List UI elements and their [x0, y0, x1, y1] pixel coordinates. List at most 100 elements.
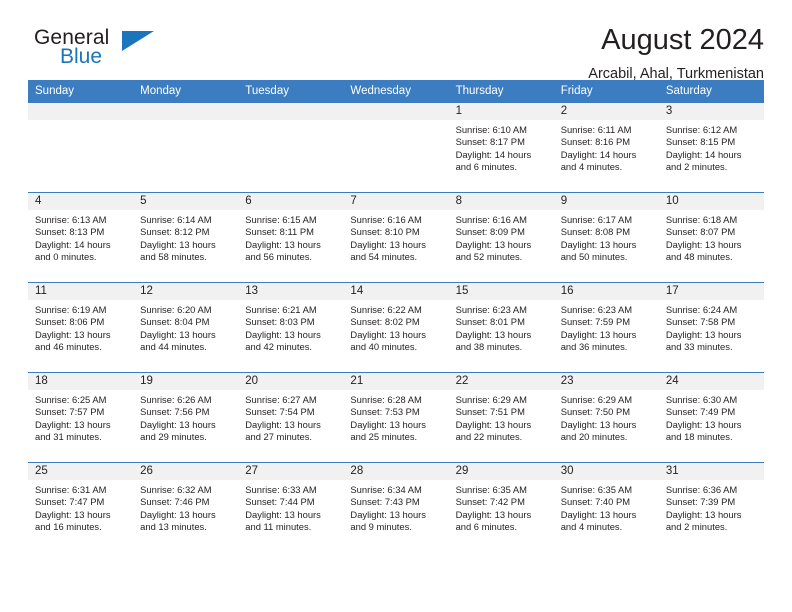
sunset-text: Sunset: 8:12 PM — [140, 226, 210, 238]
sunset-text: Sunset: 8:04 PM — [140, 316, 210, 328]
page-header: General Blue August 2024 Arcabil, Ahal, … — [28, 0, 764, 83]
day-cell-content: 10 Sunrise: 6:18 AM Sunset: 8:07 PM Dayligh… — [658, 193, 764, 282]
day-details: Sunrise: 6:11 AM Sunset: 8:16 PM Daylight:… — [554, 120, 659, 174]
day-number: 3 — [658, 103, 764, 120]
day-details: Sunrise: 6:35 AM Sunset: 7:40 PM Daylight:… — [554, 480, 659, 534]
calendar-day-cell[interactable]: 4 Sunrise: 6:13 AM Sunset: 8:13 PM Daylight… — [28, 192, 134, 283]
calendar-day-cell[interactable]: 12 Sunrise: 6:20 AM Sunset: 8:04 PM Dayligh… — [133, 282, 239, 373]
day-details: Sunrise: 6:29 AM Sunset: 7:51 PM Daylight:… — [449, 390, 554, 444]
calendar-day-cell[interactable]: 13 Sunrise: 6:21 AM Sunset: 8:03 PM Dayligh… — [238, 282, 344, 373]
sunrise-text: Sunrise: 6:34 AM — [350, 484, 422, 495]
sunrise-text: Sunrise: 6:27 AM — [245, 394, 317, 405]
daylight-text-line2: and 42 minutes. — [245, 341, 312, 353]
calendar-day-cell[interactable]: 19 Sunrise: 6:26 AM Sunset: 7:56 PM Dayligh… — [133, 372, 239, 463]
sunset-text: Sunset: 7:43 PM — [350, 496, 420, 508]
calendar-day-cell[interactable]: 25 Sunrise: 6:31 AM Sunset: 7:47 PM Dayligh… — [28, 462, 134, 552]
calendar-day-cell[interactable]: 14 Sunrise: 6:22 AM Sunset: 8:02 PM Dayligh… — [343, 282, 449, 373]
calendar-day-cell[interactable]: 6 Sunrise: 6:15 AM Sunset: 8:11 PM Daylight… — [238, 192, 344, 283]
daylight-text-line1: Daylight: 13 hours — [245, 418, 321, 430]
calendar-day-cell[interactable]: 21 Sunrise: 6:28 AM Sunset: 7:53 PM Dayligh… — [343, 372, 449, 463]
general-blue-logo[interactable]: General Blue — [28, 26, 158, 74]
day-number: 18 — [28, 373, 134, 390]
calendar-day-cell[interactable]: 23 Sunrise: 6:29 AM Sunset: 7:50 PM Dayligh… — [553, 372, 659, 463]
day-number: 22 — [448, 373, 554, 390]
calendar-day-cell[interactable]: 1 Sunrise: 6:10 AM Sunset: 8:17 PM Daylight… — [448, 102, 554, 193]
day-cell-content: 25 Sunrise: 6:31 AM Sunset: 7:47 PM Dayligh… — [28, 463, 134, 552]
sunrise-text: Sunrise: 6:29 AM — [455, 394, 527, 405]
sunset-text: Sunset: 8:09 PM — [455, 226, 525, 238]
weekday-header-saturday: Saturday — [658, 80, 764, 103]
sunset-text: Sunset: 7:47 PM — [35, 496, 105, 508]
sunset-text: Sunset: 7:50 PM — [560, 406, 631, 418]
day-number: 19 — [133, 373, 239, 390]
day-details: Sunrise: 6:24 AM Sunset: 7:58 PM Daylight:… — [659, 300, 764, 354]
daylight-text-line2: and 40 minutes. — [350, 341, 418, 353]
calendar-day-cell[interactable]: 20 Sunrise: 6:27 AM Sunset: 7:54 PM Dayligh… — [238, 372, 344, 463]
day-cell-content: 23 Sunrise: 6:29 AM Sunset: 7:50 PM Dayligh… — [553, 373, 659, 462]
calendar-day-cell[interactable]: 22 Sunrise: 6:29 AM Sunset: 7:51 PM Dayligh… — [448, 372, 554, 463]
day-details: Sunrise: 6:16 AM Sunset: 8:10 PM Daylight:… — [343, 210, 448, 264]
calendar-day-cell[interactable]: 11 Sunrise: 6:19 AM Sunset: 8:06 PM Dayligh… — [28, 282, 134, 373]
calendar-day-cell[interactable]: 24 Sunrise: 6:30 AM Sunset: 7:49 PM Dayligh… — [658, 372, 764, 463]
daylight-text-line2: and 31 minutes. — [35, 431, 102, 443]
day-cell-content: 20 Sunrise: 6:27 AM Sunset: 7:54 PM Dayligh… — [238, 373, 344, 462]
calendar-day-cell[interactable]: 16 Sunrise: 6:23 AM Sunset: 7:59 PM Dayligh… — [553, 282, 659, 373]
calendar-day-cell[interactable]: 10 Sunrise: 6:18 AM Sunset: 8:07 PM Dayligh… — [658, 192, 764, 283]
calendar-day-cell[interactable]: 26 Sunrise: 6:32 AM Sunset: 7:46 PM Dayligh… — [133, 462, 239, 552]
calendar-day-cell[interactable]: 5 Sunrise: 6:14 AM Sunset: 8:12 PM Daylight… — [133, 192, 239, 283]
daylight-text-line1: Daylight: 13 hours — [350, 418, 426, 430]
daylight-text-line2: and 18 minutes. — [665, 431, 733, 443]
calendar-day-cell-empty — [133, 102, 239, 193]
calendar-day-cell[interactable]: 18 Sunrise: 6:25 AM Sunset: 7:57 PM Dayligh… — [28, 372, 134, 463]
day-cell-content: 17 Sunrise: 6:24 AM Sunset: 7:58 PM Dayligh… — [658, 283, 764, 372]
sunset-text: Sunset: 7:53 PM — [350, 406, 420, 418]
day-details: Sunrise: 6:23 AM Sunset: 8:01 PM Daylight:… — [449, 300, 554, 354]
calendar-day-cell[interactable]: 30 Sunrise: 6:35 AM Sunset: 7:40 PM Dayligh… — [553, 462, 659, 552]
calendar-day-cell[interactable]: 31 Sunrise: 6:36 AM Sunset: 7:39 PM Dayligh… — [658, 462, 764, 552]
day-number — [343, 103, 449, 120]
sunrise-text: Sunrise: 6:28 AM — [350, 394, 422, 405]
daylight-text-line1: Daylight: 13 hours — [245, 508, 321, 520]
day-cell-content: 16 Sunrise: 6:23 AM Sunset: 7:59 PM Dayligh… — [553, 283, 659, 372]
calendar-day-cell[interactable]: 15 Sunrise: 6:23 AM Sunset: 8:01 PM Dayligh… — [448, 282, 554, 373]
day-details: Sunrise: 6:34 AM Sunset: 7:43 PM Daylight:… — [343, 480, 448, 534]
calendar-day-cell[interactable]: 2 Sunrise: 6:11 AM Sunset: 8:16 PM Daylight… — [553, 102, 659, 193]
calendar-day-cell-empty — [28, 102, 134, 193]
calendar-day-cell[interactable]: 8 Sunrise: 6:16 AM Sunset: 8:09 PM Daylight… — [448, 192, 554, 283]
day-cell-content: 7 Sunrise: 6:16 AM Sunset: 8:10 PM Daylight… — [343, 193, 449, 282]
day-cell-content: 11 Sunrise: 6:19 AM Sunset: 8:06 PM Dayligh… — [28, 283, 134, 372]
day-cell-content: 4 Sunrise: 6:13 AM Sunset: 8:13 PM Daylight… — [28, 193, 134, 282]
day-cell-content: 2 Sunrise: 6:11 AM Sunset: 8:16 PM Daylight… — [553, 103, 659, 192]
calendar-day-cell[interactable]: 3 Sunrise: 6:12 AM Sunset: 8:15 PM Daylight… — [658, 102, 764, 193]
daylight-text-line2: and 9 minutes. — [350, 521, 412, 533]
sunrise-text: Sunrise: 6:15 AM — [245, 214, 317, 225]
calendar-day-cell[interactable]: 27 Sunrise: 6:33 AM Sunset: 7:44 PM Dayligh… — [238, 462, 344, 552]
day-details: Sunrise: 6:16 AM Sunset: 8:09 PM Daylight:… — [449, 210, 554, 264]
day-cell-content: 19 Sunrise: 6:26 AM Sunset: 7:56 PM Dayligh… — [133, 373, 239, 462]
day-number: 8 — [448, 193, 554, 210]
calendar-week-row: 4 Sunrise: 6:13 AM Sunset: 8:13 PM Daylight… — [28, 192, 764, 283]
sunset-text: Sunset: 8:10 PM — [350, 226, 420, 238]
day-details: Sunrise: 6:12 AM Sunset: 8:15 PM Daylight:… — [659, 120, 764, 174]
sunrise-text: Sunrise: 6:10 AM — [455, 124, 527, 135]
sunrise-text: Sunrise: 6:32 AM — [140, 484, 212, 495]
day-details: Sunrise: 6:33 AM Sunset: 7:44 PM Daylight:… — [238, 480, 343, 534]
day-number: 4 — [28, 193, 134, 210]
daylight-text-line2: and 58 minutes. — [140, 251, 207, 263]
calendar-day-cell[interactable]: 29 Sunrise: 6:35 AM Sunset: 7:42 PM Dayligh… — [448, 462, 554, 552]
daylight-text-line1: Daylight: 13 hours — [665, 238, 742, 250]
day-number: 16 — [553, 283, 659, 300]
calendar-day-cell[interactable]: 7 Sunrise: 6:16 AM Sunset: 8:10 PM Daylight… — [343, 192, 449, 283]
day-details: Sunrise: 6:18 AM Sunset: 8:07 PM Daylight:… — [659, 210, 764, 264]
daylight-text-line1: Daylight: 13 hours — [35, 418, 111, 430]
daylight-text-line1: Daylight: 13 hours — [350, 508, 426, 520]
sunrise-text: Sunrise: 6:20 AM — [140, 304, 212, 315]
logo-text-blue: Blue — [60, 45, 103, 68]
calendar-day-cell[interactable]: 17 Sunrise: 6:24 AM Sunset: 7:58 PM Dayligh… — [658, 282, 764, 373]
sunrise-text: Sunrise: 6:30 AM — [665, 394, 738, 405]
sunset-text: Sunset: 7:58 PM — [665, 316, 736, 328]
calendar-day-cell[interactable]: 28 Sunrise: 6:34 AM Sunset: 7:43 PM Dayligh… — [343, 462, 449, 552]
calendar-header-row: Sunday Monday Tuesday Wednesday Thursday… — [28, 80, 764, 103]
daylight-text-line2: and 16 minutes. — [35, 521, 102, 533]
calendar-day-cell[interactable]: 9 Sunrise: 6:17 AM Sunset: 8:08 PM Daylight… — [553, 192, 659, 283]
